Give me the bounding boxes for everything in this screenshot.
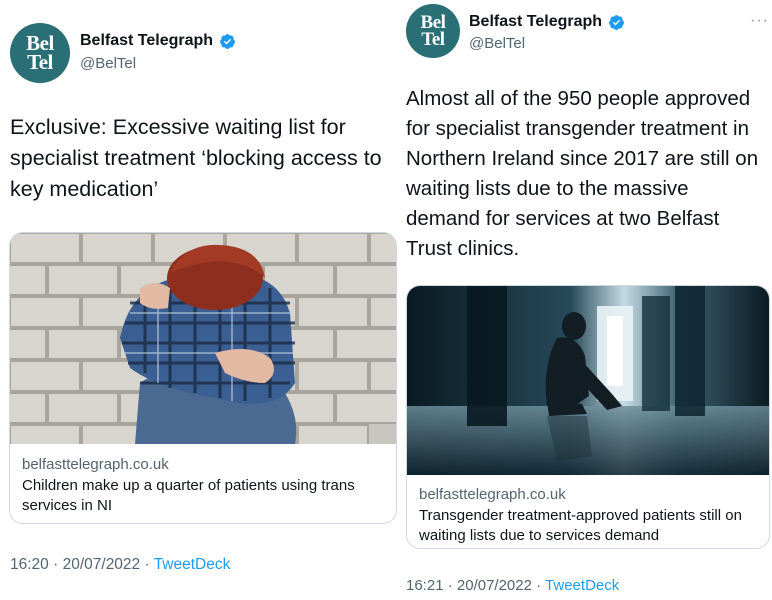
card-image	[407, 286, 769, 475]
tweet-meta: 16:20 · 20/07/2022 · TweetDeck	[10, 556, 230, 574]
card-photo	[407, 286, 769, 475]
verified-badge-icon	[220, 33, 236, 49]
avatar[interactable]: Bel Tel	[406, 4, 460, 58]
avatar[interactable]: Bel Tel	[10, 23, 70, 83]
tweet-source-link[interactable]: TweetDeck	[154, 556, 231, 573]
tweet-date[interactable]: 20/07/2022	[63, 556, 141, 573]
verified-badge-icon	[609, 14, 625, 30]
card-domain: belfasttelegraph.co.uk	[419, 486, 566, 503]
meta-separator: ·	[53, 556, 59, 573]
card-domain: belfasttelegraph.co.uk	[22, 456, 169, 473]
tweet-text: Almost all of the 950 people approved fo…	[406, 87, 759, 260]
card-title: Children make up a quarter of patients u…	[22, 477, 355, 514]
card-body: belfasttelegraph.co.uk Children make up …	[10, 444, 396, 523]
avatar-text-line2: Tel	[421, 29, 445, 50]
tweet-1: Bel Tel Belfast Telegraph @BelTel Exclus…	[0, 0, 398, 600]
tweet-date[interactable]: 20/07/2022	[457, 577, 532, 594]
avatar-text-line2: Tel	[27, 50, 53, 74]
author-handle[interactable]: @BelTel	[469, 35, 525, 52]
author-handle[interactable]: @BelTel	[80, 55, 136, 72]
link-card[interactable]: belfasttelegraph.co.uk Children make up …	[9, 232, 397, 524]
author-name[interactable]: Belfast Telegraph	[469, 13, 602, 31]
link-card[interactable]: belfasttelegraph.co.uk Transgender treat…	[406, 285, 770, 549]
card-body: belfasttelegraph.co.uk Transgender treat…	[407, 475, 769, 548]
tweet-meta: 16:21 · 20/07/2022 · TweetDeck	[406, 577, 619, 594]
meta-separator: ·	[447, 577, 453, 594]
meta-separator: ·	[144, 556, 150, 573]
card-image	[10, 233, 396, 456]
tweet-time[interactable]: 16:21	[406, 577, 444, 594]
card-title: Transgender treatment-approved patients …	[419, 507, 742, 544]
author-name-row: Belfast Telegraph	[80, 32, 236, 50]
card-photo	[10, 233, 396, 456]
more-options-icon[interactable]: ···	[750, 12, 769, 30]
tweet-2: Bel Tel Belfast Telegraph @BelTel ··· Al…	[400, 0, 772, 600]
author-name[interactable]: Belfast Telegraph	[80, 32, 213, 50]
tweet-text: Exclusive: Excessive waiting list for sp…	[10, 115, 382, 201]
meta-separator: ·	[536, 577, 542, 594]
tweet-time[interactable]: 16:20	[10, 556, 49, 573]
author-name-row: Belfast Telegraph	[469, 13, 625, 31]
tweet-source-link[interactable]: TweetDeck	[545, 577, 619, 594]
